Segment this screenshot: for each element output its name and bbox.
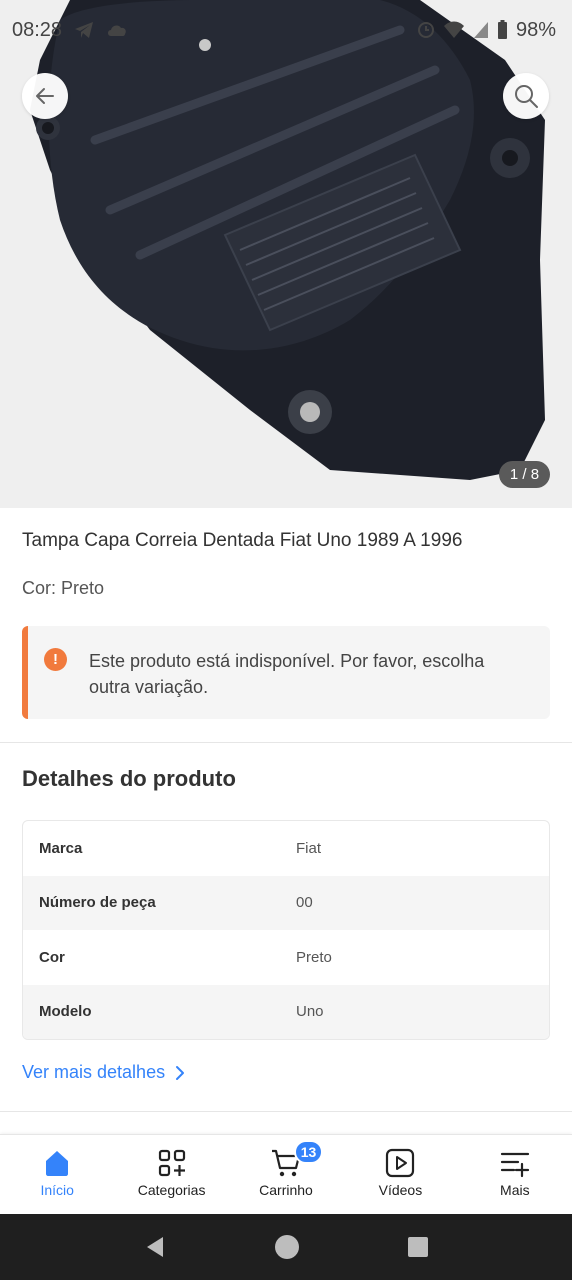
wifi-icon bbox=[443, 21, 464, 38]
nav-label: Vídeos bbox=[378, 1182, 423, 1198]
table-row: Marca Fiat bbox=[23, 821, 549, 876]
detail-value: Preto bbox=[296, 948, 332, 966]
back-triangle-icon[interactable] bbox=[143, 1235, 167, 1259]
nav-item-more[interactable]: Mais bbox=[458, 1135, 572, 1214]
alert-accent-bar bbox=[22, 626, 28, 719]
detail-value: Fiat bbox=[296, 839, 322, 857]
table-row: Modelo Uno bbox=[23, 984, 549, 1039]
details-table: Marca Fiat Número de peça 00 Cor Preto M… bbox=[22, 820, 550, 1040]
back-button[interactable] bbox=[22, 73, 68, 119]
arrow-left-icon bbox=[36, 88, 54, 104]
nav-item-home[interactable]: Início bbox=[0, 1135, 114, 1214]
section-divider bbox=[0, 742, 572, 743]
detail-key: Cor bbox=[39, 948, 65, 966]
product-color: Cor: Preto bbox=[22, 578, 105, 598]
cloud-icon bbox=[108, 25, 126, 36]
signal-icon bbox=[473, 22, 488, 38]
table-row: Número de peça 00 bbox=[23, 875, 549, 930]
categories-icon bbox=[158, 1149, 185, 1177]
home-icon bbox=[46, 1151, 69, 1176]
alarm-icon bbox=[417, 22, 434, 38]
image-counter: 1 / 8 bbox=[499, 461, 550, 488]
recents-square-icon[interactable] bbox=[407, 1236, 429, 1258]
nav-item-videos[interactable]: Vídeos bbox=[343, 1135, 457, 1214]
search-icon bbox=[515, 85, 538, 108]
section-divider bbox=[0, 1111, 572, 1112]
battery-icon bbox=[497, 20, 507, 39]
video-icon bbox=[386, 1148, 415, 1178]
warning-icon: ! bbox=[44, 648, 67, 671]
detail-value: Uno bbox=[296, 1003, 324, 1021]
detail-value: 00 bbox=[296, 894, 313, 912]
product-title: Tampa Capa Correia Dentada Fiat Uno 1989… bbox=[22, 530, 463, 551]
status-bar: 08:28 98% bbox=[0, 0, 572, 60]
battery-percentage: 98% bbox=[515, 18, 556, 41]
product-image-gallery[interactable]: 08:28 98% 1 / 8 bbox=[0, 0, 572, 508]
unavailable-alert: ! Este produto está indisponível. Por fa… bbox=[22, 626, 550, 719]
detail-key: Modelo bbox=[39, 1003, 92, 1021]
status-time: 08:28 bbox=[12, 18, 63, 41]
telegram-icon bbox=[75, 22, 94, 38]
nav-label: Início bbox=[40, 1182, 74, 1198]
nav-item-cart[interactable]: 13 Carrinho bbox=[229, 1135, 343, 1214]
detail-key: Marca bbox=[39, 839, 83, 857]
nav-label: Carrinho bbox=[259, 1182, 313, 1198]
more-details-label: Ver mais detalhes bbox=[22, 1062, 166, 1082]
more-details-link[interactable]: Ver mais detalhes bbox=[22, 1062, 185, 1083]
details-title: Detalhes do produto bbox=[22, 766, 236, 791]
detail-key: Número de peça bbox=[39, 894, 156, 912]
system-navigation-bar bbox=[0, 1214, 572, 1280]
alert-message: Este produto está indisponível. Por favo… bbox=[89, 651, 485, 697]
nav-label: Categorias bbox=[137, 1182, 206, 1198]
chevron-right-icon bbox=[176, 1065, 185, 1080]
home-circle-icon[interactable] bbox=[274, 1234, 300, 1260]
table-row: Cor Preto bbox=[23, 930, 549, 985]
nav-item-categories[interactable]: Categorias bbox=[114, 1135, 228, 1214]
product-image bbox=[30, 0, 545, 480]
more-icon bbox=[500, 1152, 529, 1178]
cart-badge: 13 bbox=[294, 1140, 324, 1164]
nav-label: Mais bbox=[500, 1182, 530, 1198]
search-button[interactable] bbox=[503, 73, 549, 119]
bottom-navigation: Início Categorias 13 Carrinho Vídeos Mai… bbox=[0, 1134, 572, 1214]
